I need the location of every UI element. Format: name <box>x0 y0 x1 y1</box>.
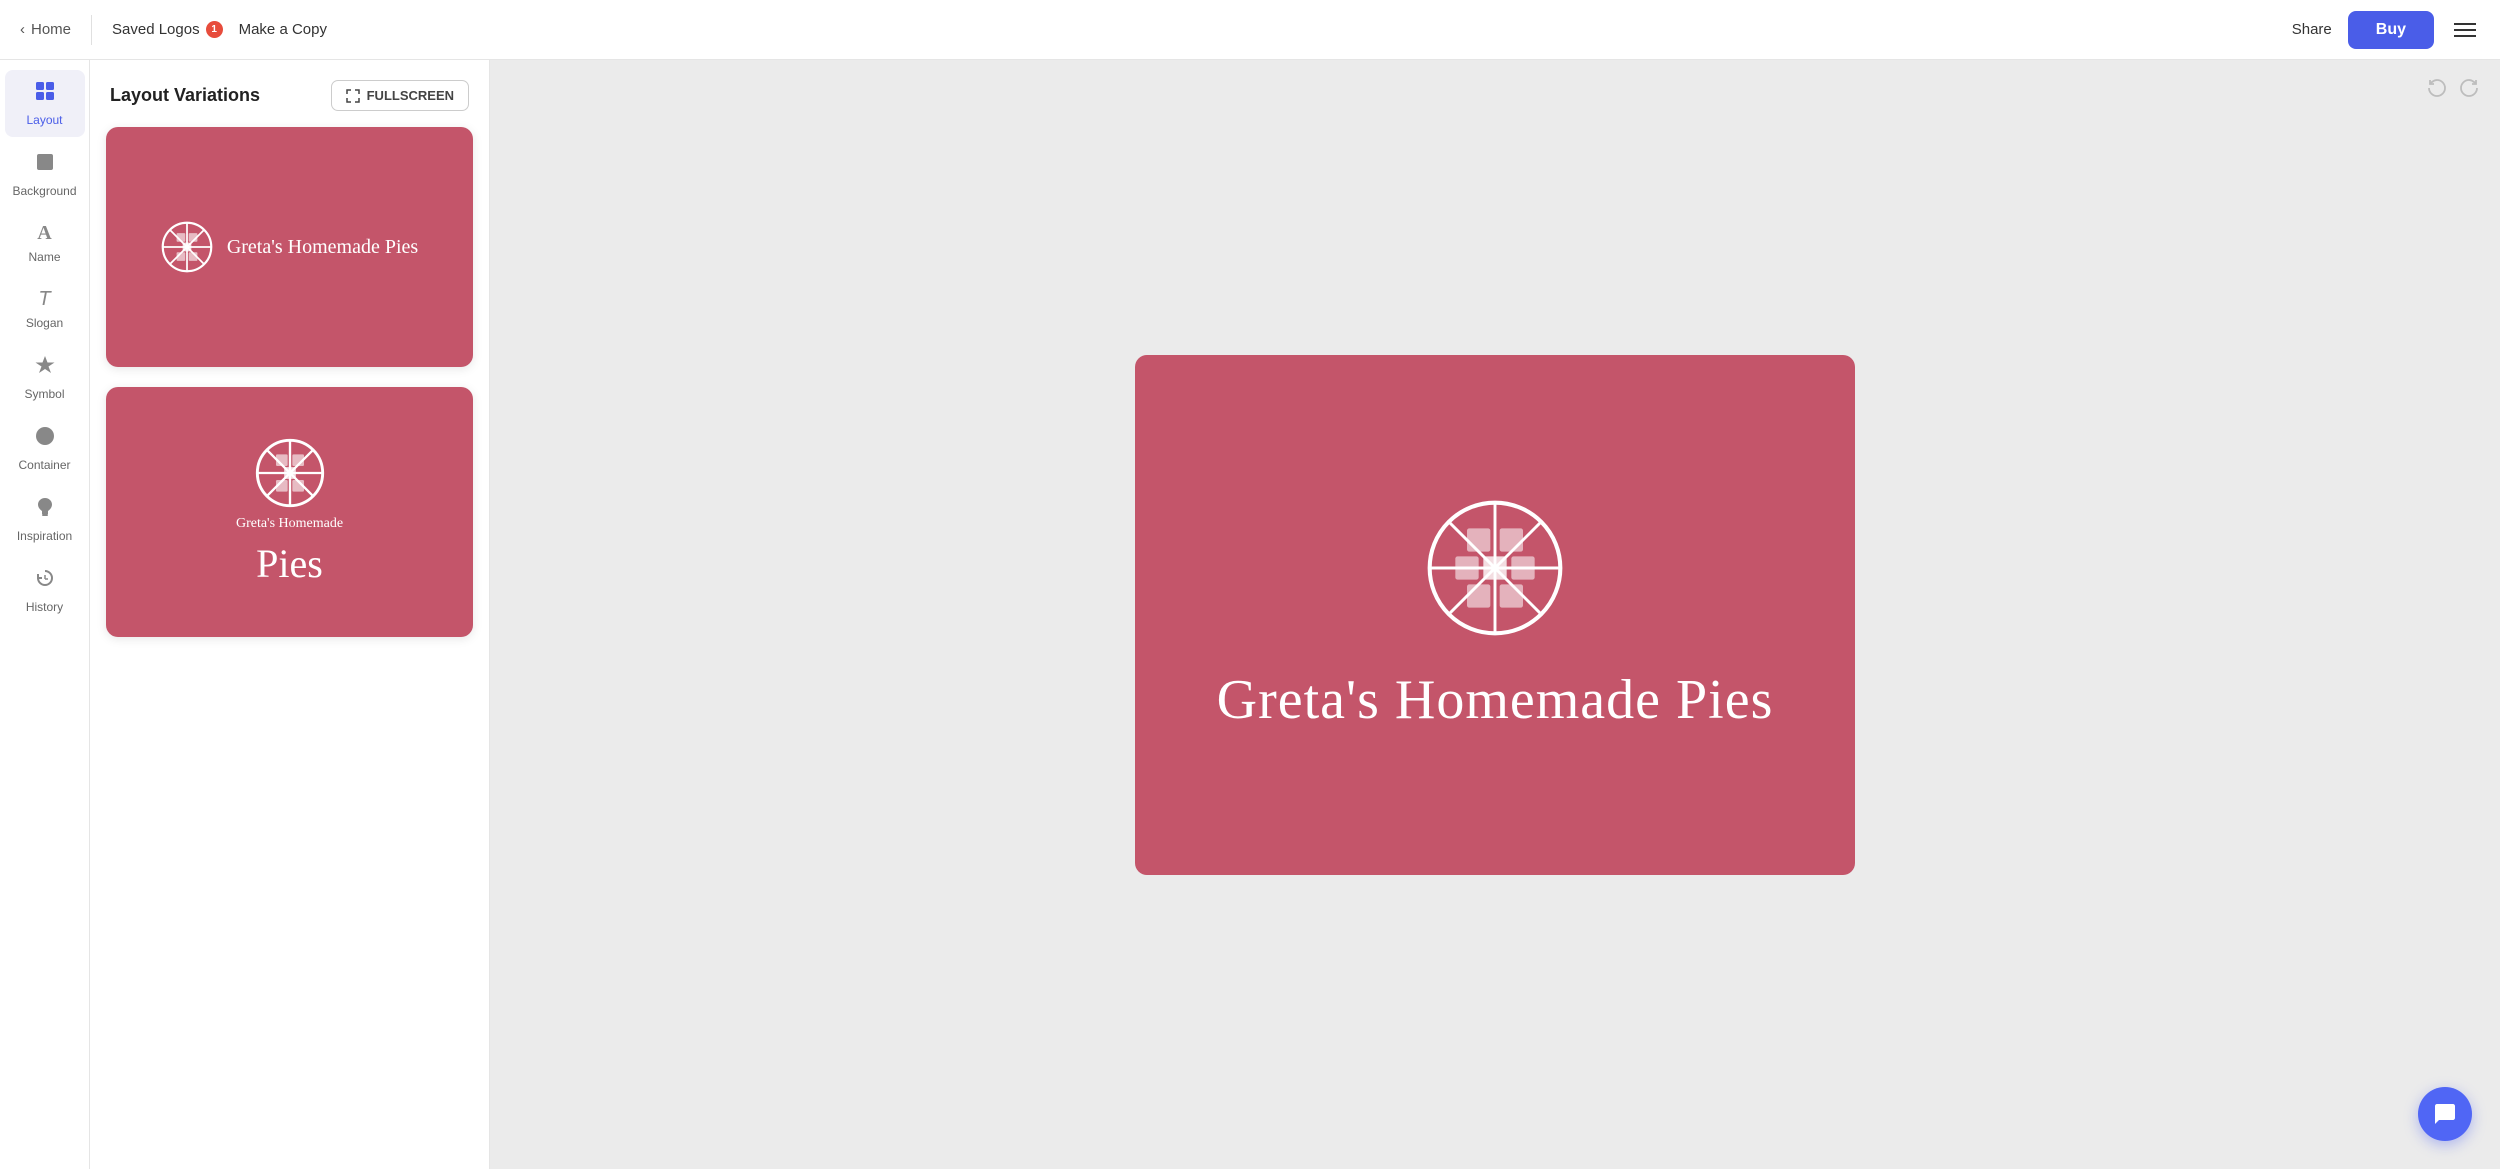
canvas-controls <box>2426 76 2480 104</box>
redo-icon <box>2458 76 2480 98</box>
redo-button[interactable] <box>2458 76 2480 104</box>
sidebar-symbol-label: Symbol <box>24 387 64 401</box>
home-link[interactable]: ‹ Home <box>20 21 71 38</box>
logo-name-vertical-bottom: Pies <box>256 540 323 587</box>
chat-bubble[interactable] <box>2418 1087 2472 1141</box>
buy-button[interactable]: Buy <box>2348 11 2434 49</box>
sidebar-item-background[interactable]: Background <box>5 141 85 208</box>
sidebar-item-slogan[interactable]: T Slogan <box>5 278 85 340</box>
sidebar-item-inspiration[interactable]: Inspiration <box>5 486 85 553</box>
layout-icon <box>34 80 56 108</box>
layout-panel: Layout Variations FULLSCREEN <box>90 60 490 1169</box>
sidebar-item-history[interactable]: History <box>5 557 85 624</box>
menu-line-3 <box>2454 35 2476 37</box>
undo-icon <box>2426 76 2448 98</box>
canvas-logo: Greta's Homemade Pies <box>1135 355 1855 875</box>
menu-line-2 <box>2454 29 2476 31</box>
fullscreen-button[interactable]: FULLSCREEN <box>331 80 469 111</box>
symbol-icon <box>34 354 56 382</box>
container-icon <box>34 425 56 453</box>
sidebar-name-label: Name <box>28 250 60 264</box>
home-label: Home <box>31 21 71 38</box>
sidebar: Layout Background A Name T Slogan <box>0 60 90 1169</box>
canvas-logo-title: Greta's Homemade Pies <box>1217 668 1774 732</box>
panel-header: Layout Variations FULLSCREEN <box>90 60 489 127</box>
sidebar-history-label: History <box>26 600 63 614</box>
menu-line-1 <box>2454 23 2476 25</box>
history-icon <box>34 567 56 595</box>
topbar: ‹ Home Saved Logos 1 Make a Copy Share B… <box>0 0 2500 60</box>
background-icon <box>34 151 56 179</box>
slogan-icon: T <box>38 288 50 311</box>
panel-title: Layout Variations <box>110 85 260 106</box>
make-copy-label: Make a Copy <box>239 21 327 38</box>
main-layout: Layout Background A Name T Slogan <box>0 60 2500 1169</box>
fullscreen-icon <box>346 89 360 103</box>
sidebar-container-label: Container <box>18 458 70 472</box>
inspiration-icon <box>34 496 56 524</box>
sidebar-slogan-label: Slogan <box>26 316 63 330</box>
name-icon: A <box>37 222 51 245</box>
chevron-left-icon: ‹ <box>20 21 25 38</box>
sidebar-item-layout[interactable]: Layout <box>5 70 85 137</box>
pie-icon-small-2 <box>255 438 325 508</box>
chat-icon <box>2433 1102 2457 1126</box>
logo-variation-2[interactable]: Greta's Homemade Pies <box>106 387 473 637</box>
logo-name-vertical-top: Greta's Homemade <box>236 516 343 532</box>
sidebar-item-container[interactable]: Container <box>5 415 85 482</box>
panel-items: Greta's Homemade Pies Greta's Homemade <box>90 127 489 657</box>
logo-variation-1[interactable]: Greta's Homemade Pies <box>106 127 473 367</box>
make-copy-link[interactable]: Make a Copy <box>239 21 327 38</box>
pie-icon-small-1 <box>161 221 213 273</box>
sidebar-background-label: Background <box>12 184 76 198</box>
saved-logos-link[interactable]: Saved Logos 1 <box>112 21 223 38</box>
canvas-area: Greta's Homemade Pies <box>490 60 2500 1169</box>
menu-button[interactable] <box>2450 19 2480 41</box>
saved-logos-badge: 1 <box>206 21 223 38</box>
sidebar-inspiration-label: Inspiration <box>17 529 72 543</box>
saved-logos-label: Saved Logos <box>112 21 200 38</box>
share-button[interactable]: Share <box>2292 21 2332 38</box>
logo-name-horizontal: Greta's Homemade Pies <box>227 236 418 259</box>
sidebar-item-name[interactable]: A Name <box>5 212 85 274</box>
sidebar-layout-label: Layout <box>26 113 62 127</box>
sidebar-item-symbol[interactable]: Symbol <box>5 344 85 411</box>
undo-button[interactable] <box>2426 76 2448 104</box>
pie-icon-large <box>1425 498 1565 638</box>
divider <box>91 15 92 45</box>
